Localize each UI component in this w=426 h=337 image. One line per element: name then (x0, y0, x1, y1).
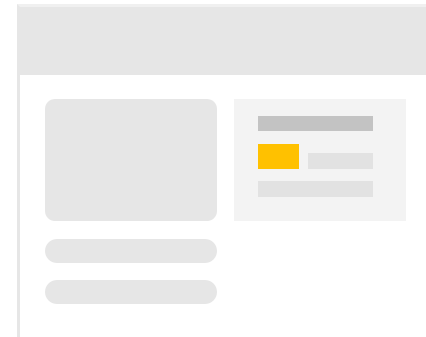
primary-text-skeleton (45, 239, 217, 263)
panel-long-line-skeleton (258, 181, 373, 197)
secondary-text-skeleton (45, 280, 217, 304)
details-panel-skeleton (234, 99, 406, 221)
panel-title-skeleton (258, 116, 373, 131)
panel-short-line-skeleton (308, 153, 373, 169)
header-skeleton (20, 7, 426, 75)
accent-badge-skeleton (258, 144, 299, 169)
hero-image-skeleton (45, 99, 217, 221)
